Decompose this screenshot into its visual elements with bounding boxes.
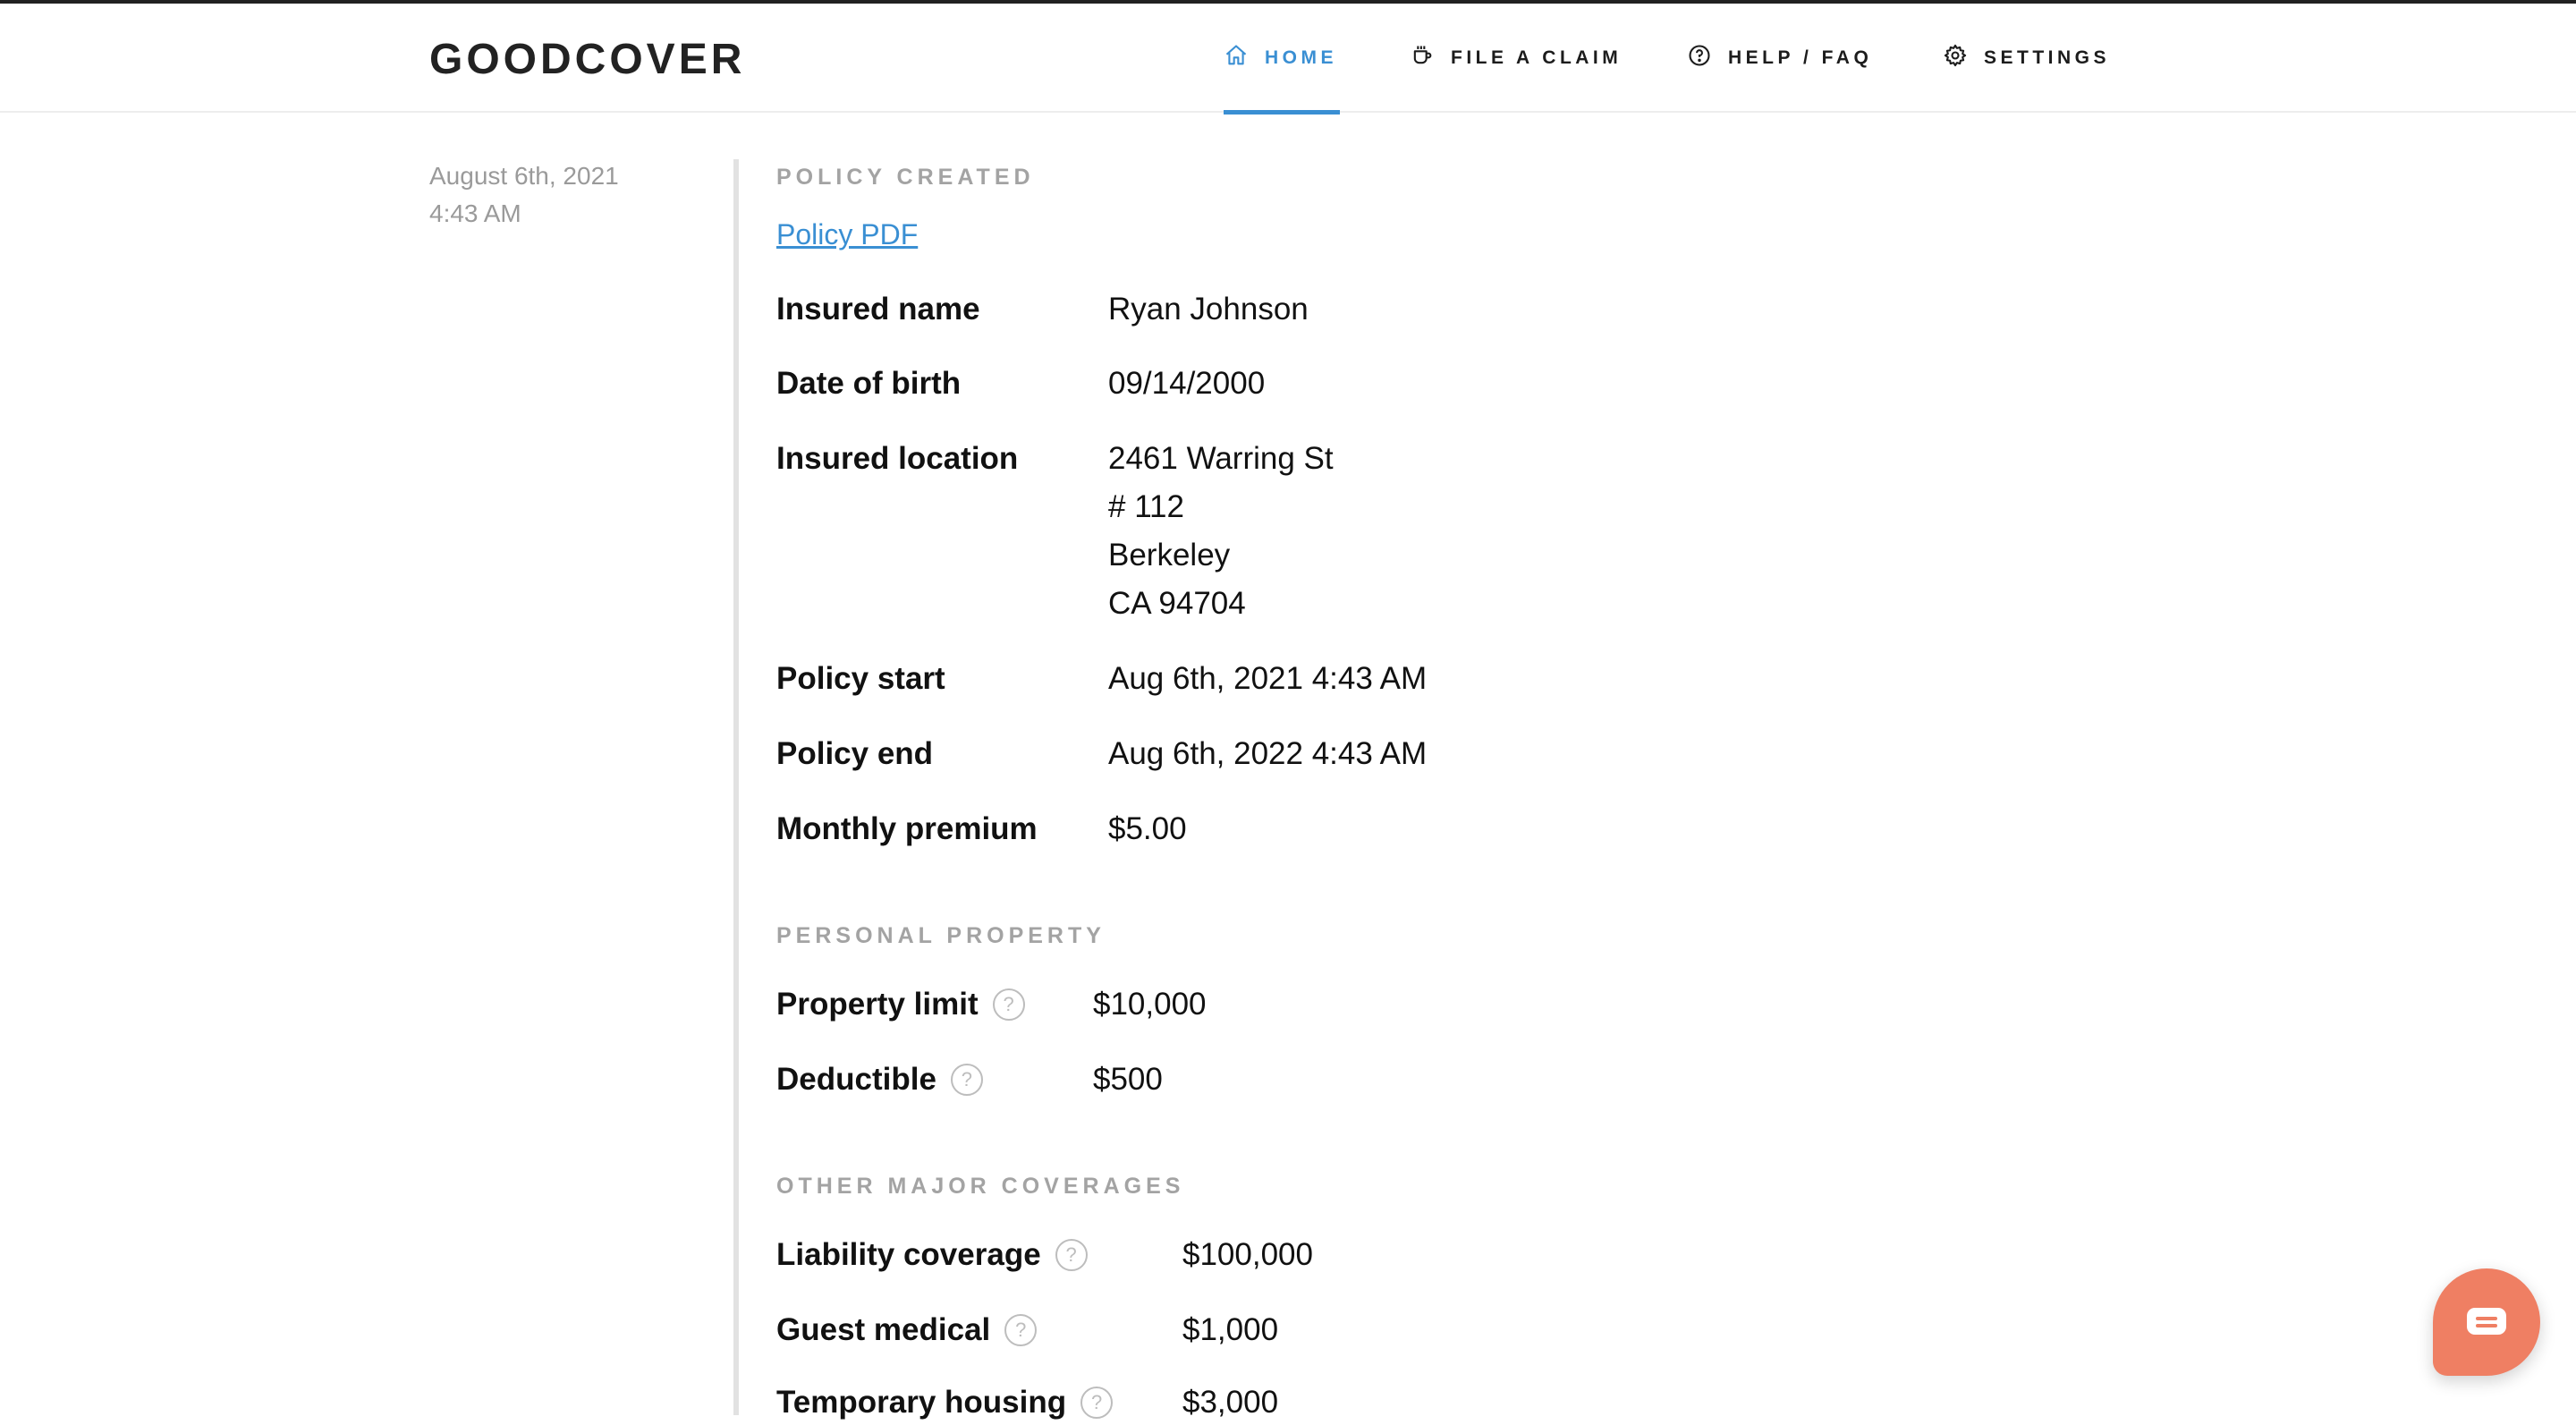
field-label: Insured location	[776, 441, 1019, 476]
address-line-2: # 112	[1108, 489, 1184, 524]
policy-details: POLICY CREATED Policy PDF Insured name R…	[776, 0, 2118, 1420]
field-label: Policy start	[776, 661, 945, 696]
field-label: Liability coverage ?	[776, 1233, 1088, 1277]
field-value: $500	[1093, 1062, 1163, 1097]
other-coverages-heading: OTHER MAJOR COVERAGES	[776, 1174, 1185, 1199]
field-value: $3,000	[1182, 1385, 1279, 1420]
field-value: Ryan Johnson	[1108, 292, 1309, 327]
timeline-date-text: August 6th, 2021	[429, 162, 619, 190]
field-label: Monthly premium	[776, 811, 1038, 846]
help-icon[interactable]: ?	[950, 1064, 983, 1096]
field-label-text: Guest medical	[776, 1312, 991, 1347]
field-label: Deductible ?	[776, 1057, 983, 1102]
field-label-text: Deductible	[776, 1062, 936, 1097]
timeline-divider	[733, 159, 739, 1415]
field-value: $10,000	[1093, 987, 1207, 1022]
field-label: Insured name	[776, 292, 980, 327]
field-label: Date of birth	[776, 366, 962, 401]
policy-created-heading: POLICY CREATED	[776, 165, 1035, 190]
timeline-date: August 6th, 2021 4:43 AM	[429, 157, 698, 233]
address-city: Berkeley	[1108, 538, 1231, 573]
field-label-text: Liability coverage	[776, 1237, 1041, 1272]
field-label: Temporary housing ?	[776, 1380, 1114, 1425]
help-icon[interactable]: ?	[992, 988, 1025, 1021]
address-line-1: 2461 Warring St	[1108, 441, 1334, 476]
field-label: Guest medical ?	[776, 1308, 1038, 1353]
field-value: $1,000	[1182, 1312, 1279, 1347]
goodcover-logo[interactable]: GOODCOVER	[429, 29, 745, 91]
field-value: Aug 6th, 2021 4:43 AM	[1108, 661, 1428, 696]
policy-pdf-link[interactable]: Policy PDF	[776, 218, 918, 251]
personal-property-heading: PERSONAL PROPERTY	[776, 923, 1106, 948]
field-label-text: Property limit	[776, 987, 979, 1022]
field-value-address: 2461 Warring St # 112 Berkeley CA 94704	[1108, 435, 1334, 628]
help-icon[interactable]: ?	[1004, 1314, 1038, 1346]
help-icon[interactable]: ?	[1055, 1239, 1088, 1271]
field-label-text: Temporary housing	[776, 1385, 1067, 1420]
field-value: 09/14/2000	[1108, 366, 1266, 401]
help-icon[interactable]: ?	[1080, 1387, 1114, 1419]
chat-launcher-button[interactable]	[2433, 1268, 2540, 1376]
field-label: Property limit ?	[776, 982, 1025, 1027]
field-value: $100,000	[1182, 1237, 1313, 1272]
field-value: Aug 6th, 2022 4:43 AM	[1108, 736, 1428, 771]
field-value: $5.00	[1108, 811, 1187, 846]
address-state-zip: CA 94704	[1108, 586, 1246, 621]
field-label: Policy end	[776, 736, 934, 771]
timeline-time-text: 4:43 AM	[429, 199, 521, 227]
